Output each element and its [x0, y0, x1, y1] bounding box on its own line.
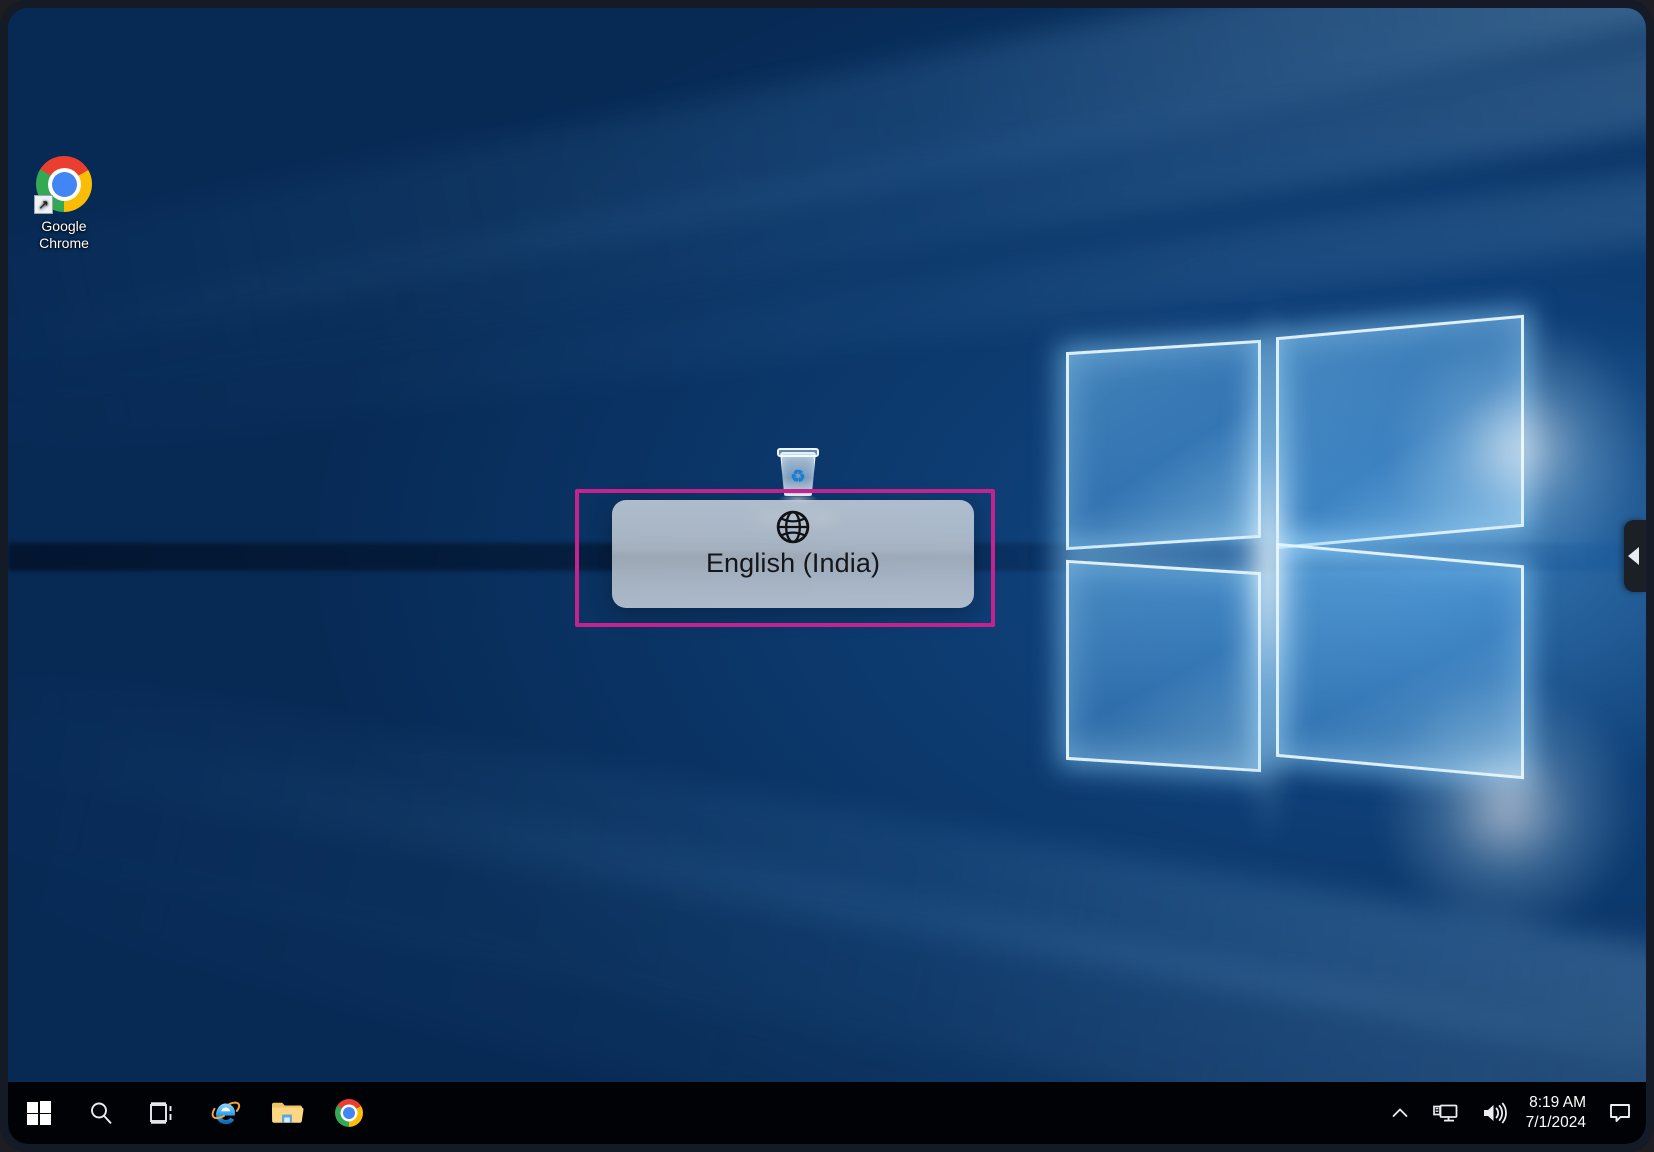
chrome-icon [335, 1099, 363, 1127]
wallpaper-window-graphic [1048, 348, 1518, 768]
taskbar-left-group [8, 1082, 380, 1144]
clock-time: 8:19 AM [1529, 1093, 1586, 1113]
network-button[interactable] [1421, 1082, 1470, 1144]
google-chrome-button[interactable] [318, 1082, 380, 1144]
selected-language-label: English (India) [706, 548, 880, 579]
wallpaper-pane-glow [1228, 288, 1308, 848]
system-tray: 8:19 AM 7/1/2024 [1379, 1082, 1646, 1144]
file-explorer-button[interactable] [256, 1082, 318, 1144]
clock-date: 7/1/2024 [1526, 1113, 1586, 1133]
language-switcher-popup[interactable]: English (India) [612, 500, 974, 608]
action-center-button[interactable] [1598, 1082, 1642, 1144]
desktop-icon-label: Chrome [18, 235, 110, 252]
search-button[interactable] [70, 1082, 132, 1144]
start-button[interactable] [8, 1082, 70, 1144]
chrome-icon: ↗ [36, 156, 92, 212]
triangle-left-icon [1628, 547, 1639, 565]
speaker-icon [1481, 1102, 1507, 1124]
desktop-icon-google-chrome[interactable]: ↗ Google Chrome [18, 156, 110, 252]
wallpaper-hotspot [1388, 318, 1646, 578]
screen-frame: ↗ Google Chrome ♻ Recycle Bin [0, 0, 1654, 1152]
internet-explorer-icon [209, 1097, 241, 1129]
taskbar-empty-area[interactable] [380, 1082, 1379, 1144]
taskbar: 8:19 AM 7/1/2024 [8, 1082, 1646, 1144]
recycle-bin-icon: ♻ [770, 448, 826, 504]
volume-button[interactable] [1470, 1082, 1518, 1144]
shortcut-arrow-icon: ↗ [34, 195, 53, 214]
task-view-icon [149, 1101, 177, 1125]
folder-icon [270, 1099, 304, 1127]
task-view-button[interactable] [132, 1082, 194, 1144]
show-hidden-icons-button[interactable] [1379, 1082, 1421, 1144]
wallpaper-hotspot [1378, 678, 1638, 938]
desktop-surface[interactable]: ↗ Google Chrome ♻ Recycle Bin [8, 8, 1646, 1144]
desktop-icon-label: Google [18, 218, 110, 235]
globe-icon [776, 510, 810, 544]
chevron-up-icon [1390, 1103, 1410, 1123]
internet-explorer-button[interactable] [194, 1082, 256, 1144]
speech-bubble-icon [1608, 1102, 1632, 1124]
taskbar-clock[interactable]: 8:19 AM 7/1/2024 [1518, 1082, 1598, 1144]
search-icon [88, 1100, 114, 1126]
network-monitor-icon [1432, 1102, 1459, 1124]
windows-logo-icon [27, 1101, 51, 1125]
edge-panel-handle[interactable] [1624, 520, 1646, 592]
